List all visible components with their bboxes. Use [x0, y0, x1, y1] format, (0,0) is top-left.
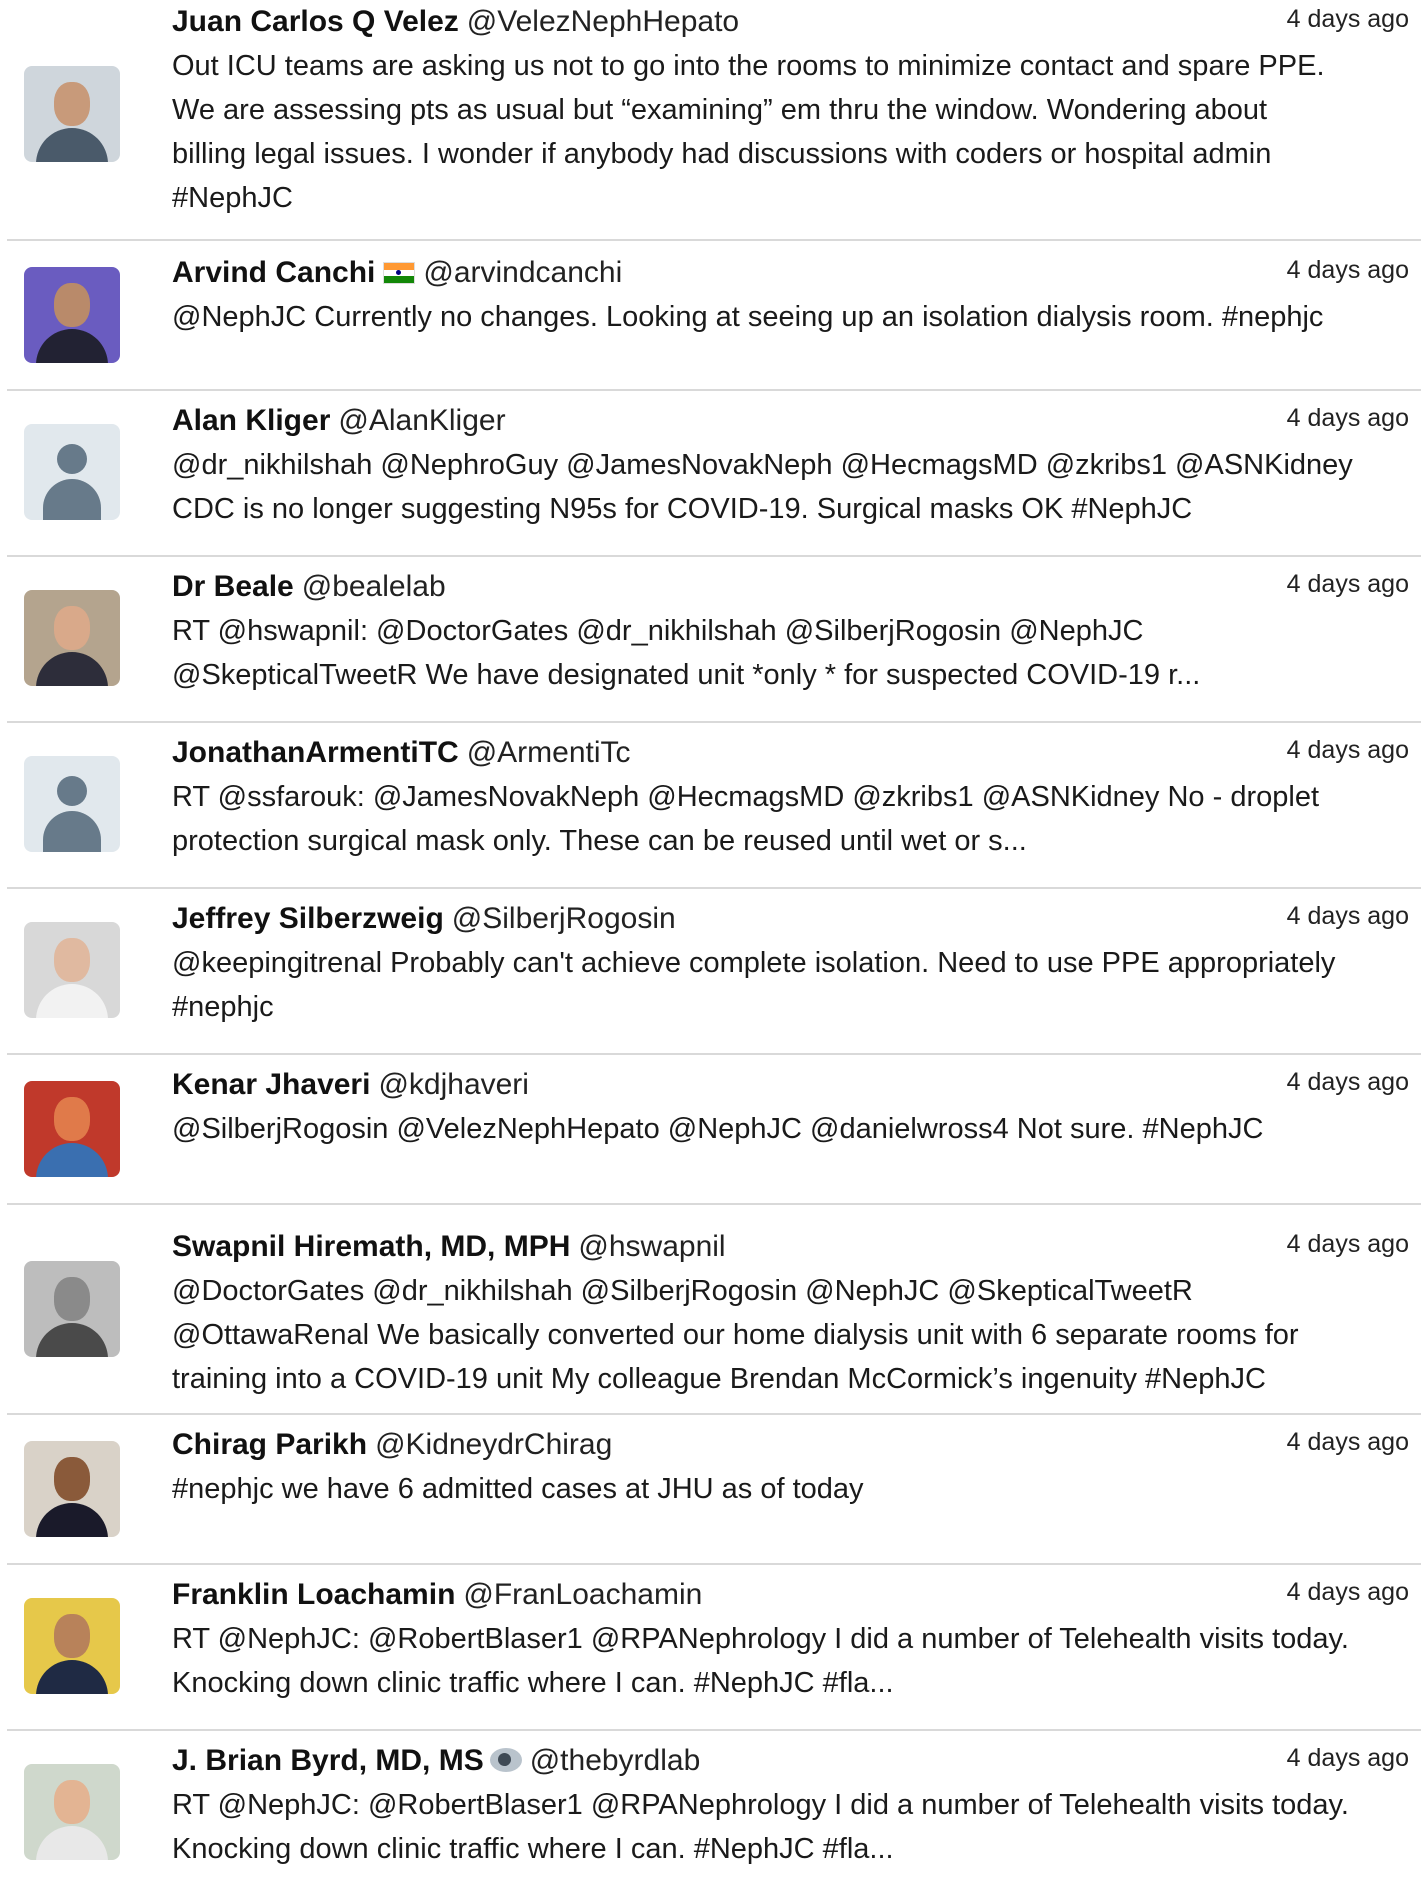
author-name[interactable]: Franklin Loachamin: [172, 1578, 455, 1611]
avatar[interactable]: [24, 590, 120, 686]
tweet-item[interactable]: Swapnil Hiremath, MD, MPH @hswapnil 4 day…: [7, 1205, 1421, 1415]
author-handle[interactable]: @SilberjRogosin: [452, 902, 676, 935]
tweet-item[interactable]: J. Brian Byrd, MD, MS @thebyrdlab 4 days …: [7, 1731, 1421, 1881]
tweet-text: RT @hswapnil: @DoctorGates @dr_nikhilsha…: [172, 615, 1201, 691]
timestamp: 4 days ago: [1286, 902, 1409, 930]
tweet-item[interactable]: Kenar Jhaveri @kdjhaveri 4 days ago @Silb…: [7, 1055, 1421, 1205]
tweet-text: @keepingitrenal Probably can't achieve c…: [172, 947, 1336, 1023]
author-name[interactable]: Juan Carlos Q Velez: [172, 5, 459, 38]
author-name[interactable]: Kenar Jhaveri: [172, 1068, 370, 1101]
timestamp: 4 days ago: [1286, 256, 1409, 284]
tweet-item[interactable]: Chirag Parikh @KidneydrChirag 4 days ago …: [7, 1415, 1421, 1565]
avatar[interactable]: [24, 1598, 120, 1694]
india-flag-icon: [383, 262, 416, 284]
tweet-text: RT @NephJC: @RobertBlaser1 @RPANephrolog…: [172, 1789, 1349, 1865]
avatar[interactable]: [24, 66, 120, 162]
tweet-text: @DoctorGates @dr_nikhilshah @SilberjRogo…: [172, 1275, 1299, 1395]
avatar[interactable]: [24, 1081, 120, 1177]
author-name[interactable]: J. Brian Byrd, MD, MS: [172, 1744, 484, 1777]
author-name[interactable]: Alan Kliger: [172, 404, 330, 437]
tweet-text: @dr_nikhilshah @NephroGuy @JamesNovakNep…: [172, 449, 1353, 525]
tweet-text: RT @ssfarouk: @JamesNovakNeph @HecmagsMD…: [172, 781, 1320, 857]
avatar[interactable]: [24, 1441, 120, 1537]
tweet-text: #nephjc we have 6 admitted cases at JHU …: [172, 1473, 864, 1505]
tweet-item[interactable]: Juan Carlos Q Velez @VelezNephHepato 4 da…: [7, 0, 1421, 241]
author-name[interactable]: Swapnil Hiremath, MD, MPH: [172, 1230, 570, 1263]
author-name[interactable]: Dr Beale: [172, 570, 294, 603]
author-handle[interactable]: @AlanKliger: [338, 404, 505, 437]
timestamp: 4 days ago: [1286, 1230, 1409, 1258]
tweet-item[interactable]: JonathanArmentiTC @ArmentiTc 4 days ago R…: [7, 723, 1421, 889]
author-handle[interactable]: @hswapnil: [578, 1230, 725, 1263]
author-handle[interactable]: @ArmentiTc: [467, 736, 631, 769]
tweet-item[interactable]: Jeffrey Silberzweig @SilberjRogosin 4 day…: [7, 889, 1421, 1055]
timestamp: 4 days ago: [1286, 1744, 1409, 1772]
tweet-text: @SilberjRogosin @VelezNephHepato @NephJC…: [172, 1113, 1264, 1145]
author-handle[interactable]: @VelezNephHepato: [467, 5, 739, 38]
author-name[interactable]: JonathanArmentiTC: [172, 736, 459, 769]
author-handle[interactable]: @bealelab: [302, 570, 446, 603]
timestamp: 4 days ago: [1286, 736, 1409, 764]
author-name[interactable]: Chirag Parikh: [172, 1428, 367, 1461]
timestamp: 4 days ago: [1286, 404, 1409, 432]
tweet-item[interactable]: Franklin Loachamin @FranLoachamin 4 days …: [7, 1565, 1421, 1731]
tweet-item[interactable]: Alan Kliger @AlanKliger 4 days ago @dr_ni…: [7, 391, 1421, 557]
tweet-item[interactable]: Arvind Canchi @arvindcanchi 4 days ago @N…: [7, 241, 1421, 391]
author-handle[interactable]: @arvindcanchi: [423, 256, 622, 289]
default-avatar-icon[interactable]: [24, 756, 120, 852]
author-handle[interactable]: @FranLoachamin: [463, 1578, 702, 1611]
author-name[interactable]: Jeffrey Silberzweig: [172, 902, 444, 935]
tweet-text: RT @NephJC: @RobertBlaser1 @RPANephrolog…: [172, 1623, 1349, 1699]
author-handle[interactable]: @thebyrdlab: [530, 1744, 701, 1777]
tweet-text: @NephJC Currently no changes. Looking at…: [172, 301, 1324, 333]
timestamp: 4 days ago: [1286, 1068, 1409, 1096]
author-handle[interactable]: @KidneydrChirag: [375, 1428, 612, 1461]
tweet-text: Out ICU teams are asking us not to go in…: [172, 50, 1325, 214]
author-name[interactable]: Arvind Canchi: [172, 256, 375, 289]
avatar[interactable]: [24, 267, 120, 363]
tweet-feed: Juan Carlos Q Velez @VelezNephHepato 4 da…: [0, 0, 1421, 1881]
timestamp: 4 days ago: [1286, 5, 1409, 33]
avatar[interactable]: [24, 922, 120, 1018]
author-handle[interactable]: @kdjhaveri: [378, 1068, 529, 1101]
timestamp: 4 days ago: [1286, 1428, 1409, 1456]
default-avatar-icon[interactable]: [24, 424, 120, 520]
tweet-item[interactable]: Dr Beale @bealelab 4 days ago RT @hswapni…: [7, 557, 1421, 723]
timestamp: 4 days ago: [1286, 1578, 1409, 1606]
avatar[interactable]: [24, 1261, 120, 1357]
timestamp: 4 days ago: [1286, 570, 1409, 598]
eye-icon: [489, 1748, 522, 1772]
avatar[interactable]: [24, 1764, 120, 1860]
